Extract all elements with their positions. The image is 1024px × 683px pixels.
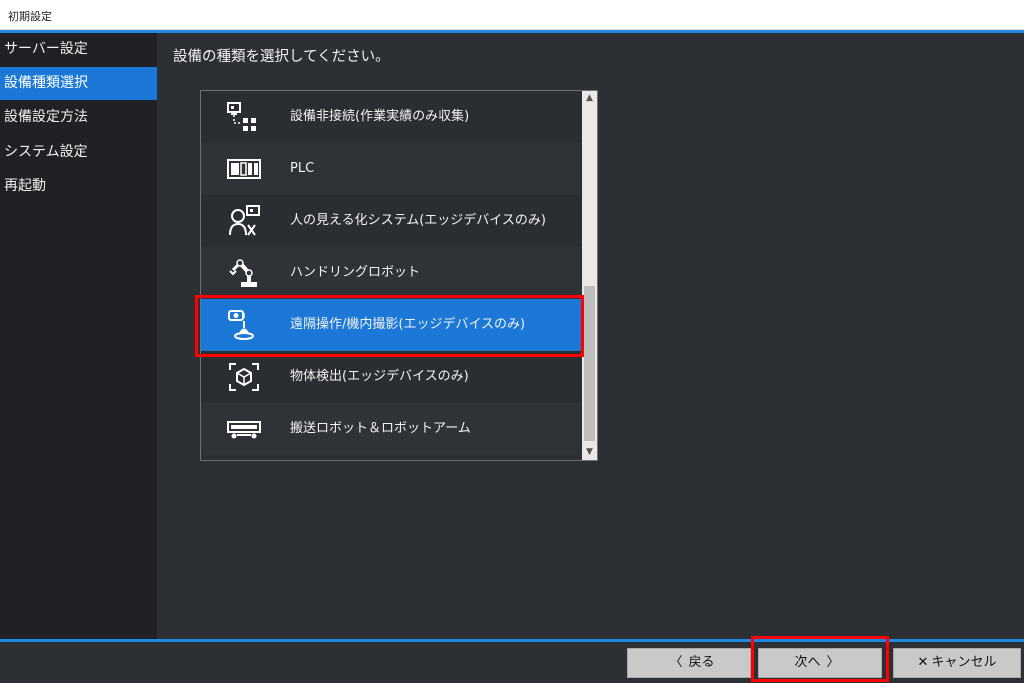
sidebar-item-label: 設備種類選択 <box>4 75 88 91</box>
main-panel: 設備の種類を選択してください。 設備非接続(作業実績のみ収集) PLC 人の見え… <box>157 33 1024 640</box>
sidebar-item-server-settings[interactable]: サーバー設定 <box>0 33 157 66</box>
sidebar-item-label: 設備設定方法 <box>4 109 88 125</box>
scroll-down-arrow-icon[interactable]: ▼ <box>582 445 597 460</box>
sidebar-item-equipment-setup-method[interactable]: 設備設定方法 <box>0 101 157 134</box>
title-bar: 初期設定 <box>0 0 1024 30</box>
sidebar-item-restart[interactable]: 再起動 <box>0 170 157 203</box>
list-item-transport-robot[interactable]: 搬送ロボット＆ロボットアーム <box>201 403 581 455</box>
page-heading: 設備の種類を選択してください。 <box>173 49 390 65</box>
chevron-left-icon: 〈 <box>669 655 683 670</box>
sidebar-item-system-settings[interactable]: システム設定 <box>0 136 157 169</box>
list-item-remote-operation[interactable]: 遠隔操作/機内撮影(エッジデバイスのみ) <box>201 299 581 351</box>
list-item-label: 遠隔操作/機内撮影(エッジデバイスのみ) <box>290 317 526 332</box>
next-button[interactable]: 次へ〉 <box>758 648 882 678</box>
list-item-no-connection[interactable]: 設備非接続(作業実績のみ収集) <box>201 91 581 143</box>
sidebar-item-label: サーバー設定 <box>4 41 88 57</box>
list-item-worker-visualization[interactable]: 人の見える化システム(エッジデバイスのみ) <box>201 195 581 247</box>
scroll-up-arrow-icon[interactable]: ▲ <box>582 91 597 106</box>
list-item-label: 物体検出(エッジデバイスのみ) <box>290 369 469 384</box>
list-item-label: 搬送ロボット＆ロボットアーム <box>290 421 471 436</box>
cancel-button[interactable]: ✕ キャンセル <box>893 648 1021 678</box>
scrollbar-thumb[interactable] <box>584 286 595 441</box>
setup-window: 初期設定 サーバー設定 設備種類選択 設備設定方法 システム設定 再起動 設備の… <box>0 0 1024 683</box>
list-viewport: 設備非接続(作業実績のみ収集) PLC 人の見える化システム(エッジデバイスのみ… <box>201 91 581 460</box>
list-item-label: PLC <box>290 161 315 176</box>
list-item-label: ハンドリングロボット <box>290 265 421 280</box>
plc-icon <box>227 153 261 185</box>
sidebar-item-equipment-type[interactable]: 設備種類選択 <box>0 67 157 100</box>
next-button-label: 次へ <box>794 655 821 670</box>
window-title: 初期設定 <box>8 10 52 23</box>
close-icon: ✕ <box>917 655 929 670</box>
sidebar: サーバー設定 設備種類選択 設備設定方法 システム設定 再起動 <box>0 33 157 640</box>
robot-arm-icon <box>227 257 261 289</box>
list-scrollbar[interactable]: ▲ ▼ <box>582 91 597 460</box>
footer-bar: 〈戻る 次へ〉 ✕ キャンセル <box>0 636 1024 683</box>
list-item-label: 人の見える化システム(エッジデバイスのみ) <box>290 213 546 228</box>
transport-robot-icon <box>227 413 261 445</box>
sidebar-item-label: システム設定 <box>4 144 88 160</box>
worker-monitor-icon <box>227 205 261 237</box>
cancel-button-label: キャンセル <box>931 655 997 670</box>
chevron-right-icon: 〉 <box>826 655 840 670</box>
remote-camera-icon <box>227 309 261 341</box>
list-item-label: 設備非接続(作業実績のみ収集) <box>290 109 470 124</box>
list-item-plc[interactable]: PLC <box>201 143 581 195</box>
list-item-object-detection[interactable]: 物体検出(エッジデバイスのみ) <box>201 351 581 403</box>
list-item-handling-robot[interactable]: ハンドリングロボット <box>201 247 581 299</box>
back-button[interactable]: 〈戻る <box>627 648 751 678</box>
network-device-icon <box>227 101 261 133</box>
sidebar-item-label: 再起動 <box>4 178 46 194</box>
object-detect-icon <box>227 361 261 393</box>
back-button-label: 戻る <box>688 655 715 670</box>
equipment-type-list[interactable]: 設備非接続(作業実績のみ収集) PLC 人の見える化システム(エッジデバイスのみ… <box>200 90 598 461</box>
